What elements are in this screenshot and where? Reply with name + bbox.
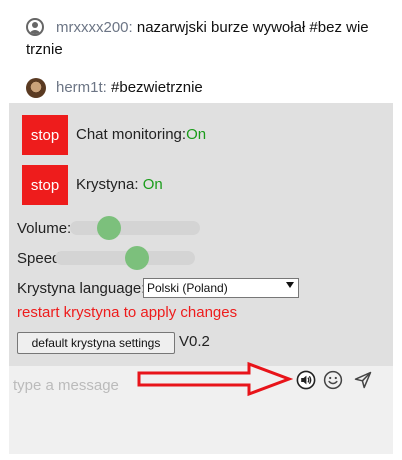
chat-monitoring-status: Chat monitoring:On — [76, 126, 206, 143]
message-username[interactable]: herm1t: — [56, 79, 107, 96]
language-select[interactable]: Polski (Poland) — [143, 278, 299, 298]
speed-slider[interactable] — [55, 246, 195, 270]
message-text: #bezwietrznie — [111, 79, 203, 96]
krystyna-label: Krystyna: — [76, 176, 139, 193]
send-icon[interactable] — [353, 370, 373, 390]
chat-message: herm1t: #bezwietrznie — [26, 78, 203, 98]
language-label: Krystyna language: — [17, 280, 146, 297]
krystyna-on: On — [142, 176, 163, 193]
stop-krystyna-button[interactable]: stop — [22, 165, 68, 205]
volume-slider-thumb[interactable] — [96, 216, 121, 240]
stop-chat-monitoring-button[interactable]: stop — [22, 115, 68, 155]
chat-message: mrxxxx200: nazarwjski burze wywołał #bez… — [26, 18, 394, 38]
default-settings-button[interactable]: default krystyna settings — [17, 332, 175, 354]
dropdown-arrow-icon — [286, 282, 294, 288]
chat-message-continuation: trznie — [26, 40, 63, 60]
volume-label: Volume: — [17, 220, 72, 237]
cropped-content — [210, 0, 250, 4]
message-username[interactable]: mrxxxx200: — [56, 19, 133, 36]
chat-monitoring-label: Chat monitoring: — [76, 126, 187, 143]
chat-monitoring-on: On — [186, 126, 207, 143]
user-silhouette-icon — [26, 18, 44, 36]
version-label: V0.2 — [179, 333, 210, 350]
user-avatar — [26, 78, 46, 98]
smiley-icon[interactable] — [323, 370, 343, 390]
restart-notice: restart krystyna to apply changes — [17, 304, 238, 321]
krystyna-settings-panel: stop Chat monitoring:On stop Krystyna: O… — [9, 103, 393, 366]
message-text-continued: trznie — [26, 41, 63, 58]
volume-slider[interactable] — [70, 216, 200, 240]
speed-slider-thumb[interactable] — [124, 246, 149, 270]
language-selected-value: Polski (Poland) — [147, 281, 228, 295]
message-text: nazarwjski burze wywołał #bez wie — [136, 19, 369, 36]
krystyna-status: Krystyna: On — [76, 176, 163, 193]
annotation-arrow — [137, 361, 293, 397]
speaker-icon[interactable] — [296, 370, 316, 390]
